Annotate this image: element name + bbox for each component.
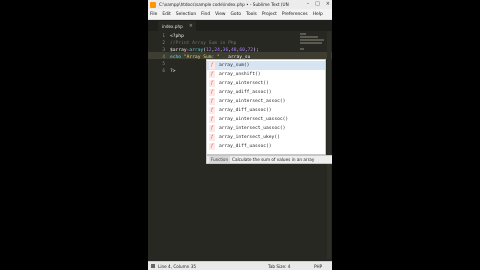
autocomplete-item-label: array_uintersect_uassoc() (219, 117, 289, 122)
menu-help[interactable]: Help (313, 12, 323, 17)
function-kind-icon: f (209, 98, 215, 105)
function-kind-icon: f (209, 134, 215, 141)
autocomplete-item[interactable]: f array_intersect_ukey() (207, 133, 325, 142)
code-line: ?> (170, 69, 176, 74)
autocomplete-item[interactable]: f array_diff_uassoc() (207, 106, 325, 115)
autocomplete-kind-label: Function (209, 156, 231, 163)
autocomplete-item-label: array_intersect_uassoc() (219, 126, 286, 131)
menu-selection[interactable]: Selection (176, 12, 196, 17)
title-bar: C:\xampp\htdocs\sample code\index.php • … (148, 0, 332, 9)
menu-file[interactable]: File (150, 12, 157, 17)
autocomplete-item-label: array_sum() (219, 63, 250, 68)
function-kind-icon: f (209, 80, 215, 87)
php-open-tag: <?php (170, 34, 184, 39)
menu-tools[interactable]: Tools (246, 12, 257, 17)
autocomplete-item[interactable]: f array_udiff_assoc() (207, 88, 325, 97)
tab-close-icon[interactable]: × (189, 23, 193, 29)
php-close-tag: ?> (170, 69, 176, 74)
line-number: 1 (162, 34, 165, 39)
close-paren: ); (253, 48, 259, 53)
line-number: 4 (162, 55, 165, 60)
vertical-scrollbar[interactable] (327, 31, 331, 259)
autocomplete-item[interactable]: f array_uintersect_uassoc() (207, 115, 325, 124)
autocomplete-item[interactable]: f array_intersect_uassoc() (207, 124, 325, 133)
autocomplete-item[interactable]: f array_uintersect() (207, 79, 325, 88)
comment: //Print Array Sum in Php (170, 41, 237, 46)
code-line: $array=array(12,24,36,48,60,72); (170, 48, 259, 53)
autocomplete-item-label: array_diff_uassoc() (219, 144, 272, 149)
autocomplete-popup: f array_sum() f array_unshift() f array_… (206, 59, 326, 155)
autocomplete-details: Function Calculate the sum of values in … (206, 155, 332, 164)
function-kind-icon: f (209, 71, 215, 78)
tab-index-php[interactable]: index.php × (158, 21, 196, 31)
menu-bar: File Edit Selection Find View Goto Tools… (148, 9, 332, 20)
function-kind-icon: f (209, 125, 215, 132)
autocomplete-item-label: array_udiff_assoc() (219, 90, 272, 95)
function-kind-icon: f (209, 89, 215, 96)
minimize-icon[interactable]: – (307, 1, 310, 8)
menu-goto[interactable]: Goto (231, 12, 242, 17)
function-kind-icon: f (209, 116, 215, 123)
menu-preferences[interactable]: Preferences (282, 12, 308, 17)
menu-find[interactable]: Find (201, 12, 210, 17)
function-kind-icon: f (209, 143, 215, 150)
line-number: 6 (162, 69, 165, 74)
status-bar: Line 4, Column 35 Tab Size: 4 PHP (148, 261, 332, 270)
autocomplete-item-label: array_uintersect() (219, 81, 269, 86)
autocomplete-item-label: array_diff_uassoc() (219, 108, 272, 113)
tab-bar: index.php × (148, 20, 332, 31)
tab-label: index.php (162, 24, 183, 29)
autocomplete-item-label: array_intersect_ukey() (219, 135, 280, 140)
line-number-gutter: 1 2 3 4 5 6 (148, 31, 168, 261)
function-kind-icon: f (209, 62, 215, 69)
syntax-mode[interactable]: PHP (314, 264, 322, 269)
window-title: C:\xampp\htdocs\sample code\index.php • … (159, 2, 289, 7)
autocomplete-item[interactable]: f array_unshift() (207, 70, 325, 79)
echo-keyword: echo (170, 55, 182, 60)
autocomplete-item-label: array_unshift() (219, 72, 261, 77)
line-number: 5 (162, 62, 165, 67)
maximize-icon[interactable]: □ (315, 1, 320, 8)
function-name: array (189, 48, 204, 53)
autocomplete-item-label: array_uintersect_assoc() (219, 99, 286, 104)
variable: $array (170, 48, 187, 53)
panel-toggle-icon[interactable] (151, 264, 155, 268)
window-controls: – □ × (307, 1, 330, 8)
menu-edit[interactable]: Edit (162, 12, 171, 17)
function-kind-icon: f (209, 107, 215, 114)
tab-size[interactable]: Tab Size: 4 (268, 264, 290, 269)
autocomplete-item-selected[interactable]: f array_sum() (207, 61, 325, 70)
cursor-position: Line 4, Column 35 (158, 263, 197, 269)
autocomplete-item[interactable]: f array_diff_uassoc() (207, 142, 325, 151)
line-number: 3 (162, 48, 165, 53)
close-icon[interactable]: × (326, 1, 330, 8)
sublime-text-window: C:\xampp\htdocs\sample code\index.php • … (148, 0, 332, 270)
autocomplete-description: Calculate the sum of values in an array (232, 157, 315, 162)
menu-project[interactable]: Project (262, 12, 277, 17)
code-line: <?php (170, 34, 184, 39)
menu-view[interactable]: View (215, 12, 225, 17)
autocomplete-item[interactable]: f array_uintersect_assoc() (207, 97, 325, 106)
sublime-app-icon (150, 1, 156, 8)
line-number: 2 (162, 41, 165, 46)
code-line: //Print Array Sum in Php (170, 41, 236, 46)
